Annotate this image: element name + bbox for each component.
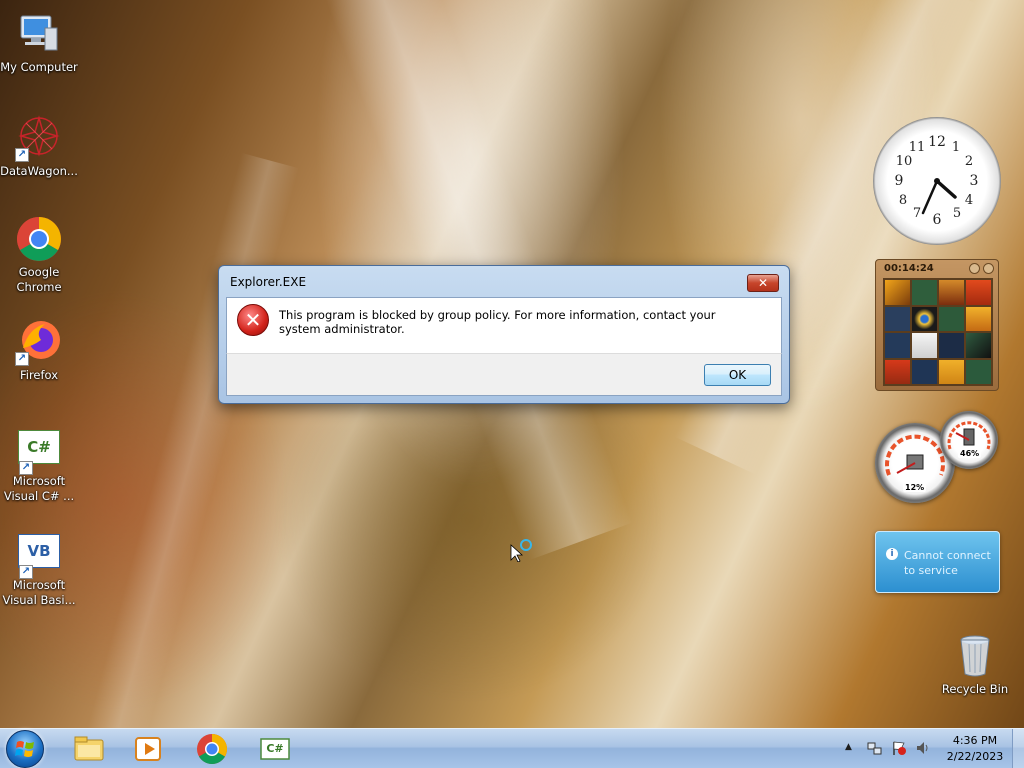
desktop-icon-google-chrome[interactable]: Google Chrome [0,215,78,295]
shortcut-arrow-icon: ↗ [15,352,29,366]
desktop-icon-label: Google Chrome [16,265,62,294]
desktop-icon-label: DataWagon... [0,164,78,178]
tray-date[interactable]: 2/22/2023 [940,750,1010,763]
clock-number: 12 [928,134,946,150]
show-hidden-icons-button[interactable]: ▲ [845,742,855,752]
visual-basic-icon: VB ↗ [18,534,60,579]
puzzle-tile[interactable] [966,359,991,384]
puzzle-picture-icon[interactable] [983,263,994,274]
taskbar-chrome[interactable] [190,732,234,766]
close-button[interactable]: ✕ [747,274,779,292]
clock-number: 9 [895,173,904,189]
puzzle-tile[interactable] [912,306,937,331]
error-icon: ✕ [237,304,269,336]
firefox-icon: ↗ [15,318,63,366]
taskbar-visual-csharp[interactable]: C# [253,732,297,766]
puzzle-help-icon[interactable] [969,263,980,274]
dialog-footer: OK [226,353,782,396]
windows-logo-icon [15,741,34,757]
shortcut-arrow-icon: ↗ [19,565,33,579]
taskbar-media-player[interactable] [126,732,170,766]
tray-time[interactable]: 4:36 PM [940,734,1010,747]
clock-number: 5 [953,206,961,221]
clock-number: 3 [970,173,979,189]
puzzle-tile[interactable] [966,333,991,358]
dialog-title: Explorer.EXE [230,275,307,289]
clock-gadget[interactable]: 12 1 2 3 4 5 6 7 8 9 10 11 [873,117,1001,245]
chrome-icon [15,215,63,263]
vb-glyph: VB [27,542,51,560]
info-icon: i [886,548,898,560]
show-desktop-button[interactable] [1012,729,1024,768]
clock-number: 11 [909,140,926,155]
volume-icon[interactable] [915,740,931,756]
busy-cursor-icon [510,538,534,563]
puzzle-tile[interactable] [912,333,937,358]
chrome-icon [197,734,228,765]
memory-usage-label: 46% [958,449,982,458]
puzzle-tile[interactable] [912,359,937,384]
puzzle-tile[interactable] [939,280,964,305]
clock-number: 4 [965,193,973,208]
clock-number: 6 [933,212,942,228]
ok-button[interactable]: OK [704,364,771,386]
clock-hour-hand [935,179,957,199]
clock-number: 7 [913,206,921,221]
taskbar: C# ▲ 4:36 PM 2/22/2023 [0,728,1024,768]
network-icon[interactable] [867,740,883,756]
shortcut-arrow-icon: ↗ [15,148,29,162]
desktop-icon-visual-basic[interactable]: VB ↗ Microsoft Visual Basi... [0,532,78,608]
clock-number: 10 [896,154,913,169]
puzzle-tile[interactable] [966,306,991,331]
taskbar-file-explorer[interactable] [67,732,111,766]
desktop-icon-my-computer[interactable]: My Computer [0,10,78,75]
clock-number: 8 [899,193,907,208]
start-button[interactable] [6,730,44,768]
desktop-icon-visual-csharp[interactable]: C# ↗ Microsoft Visual C# ... [0,428,78,504]
desktop-icon-label: Recycle Bin [941,682,1009,696]
cpu-usage-label: 12% [903,483,927,492]
recycle-bin-icon [951,632,999,680]
media-player-icon [135,737,161,761]
file-explorer-icon [74,736,104,761]
desktop-icon-recycle-bin[interactable]: Recycle Bin [936,632,1014,697]
desktop-icon-firefox[interactable]: ↗ Firefox [0,318,78,383]
wallpaper-highlight [80,152,300,768]
clock-number: 1 [952,140,960,155]
dialog-message: This program is blocked by group policy.… [279,308,716,336]
clock-face: 12 1 2 3 4 5 6 7 8 9 10 11 [895,134,979,228]
dialog-body: ✕ This program is blocked by group polic… [226,297,782,353]
csharp-glyph: C# [27,438,51,456]
visual-csharp-icon: C# ↗ [18,430,60,475]
puzzle-tile[interactable] [939,306,964,331]
puzzle-tile[interactable] [966,280,991,305]
shortcut-arrow-icon: ↗ [19,461,33,475]
puzzle-tile[interactable] [885,333,910,358]
weather-status-message: Cannot connect to service [904,549,991,577]
clock-number: 2 [965,154,973,169]
puzzle-tile[interactable] [912,280,937,305]
weather-gadget[interactable]: i Cannot connect to service [875,531,1000,593]
puzzle-tile[interactable] [885,306,910,331]
desktop-icon-label: Firefox [19,368,59,382]
desktop-icon-datawagon[interactable]: ↗ DataWagon... [0,114,78,179]
memory-dial [947,421,991,450]
picture-puzzle-gadget[interactable]: 00:14:24 [875,259,999,391]
datawagon-icon: ↗ [15,114,63,162]
clock-minute-hand [921,179,939,215]
desktop-icon-label: Microsoft Visual C# ... [3,474,75,503]
puzzle-tile[interactable] [885,280,910,305]
puzzle-tile[interactable] [939,333,964,358]
desktop-icon-label: Microsoft Visual Basi... [2,578,76,607]
taskbar-csharp-glyph: C# [266,742,284,755]
error-dialog: Explorer.EXE ✕ ✕ This program is blocked… [218,265,790,404]
puzzle-grid [883,278,993,386]
desktop-icon-label: My Computer [0,60,78,74]
computer-icon [15,10,63,58]
puzzle-tile[interactable] [885,359,910,384]
action-center-flag-icon[interactable] [891,740,907,756]
memory-meter-gadget[interactable]: 46% [940,411,998,469]
puzzle-timer: 00:14:24 [884,263,934,274]
puzzle-tile[interactable] [939,359,964,384]
